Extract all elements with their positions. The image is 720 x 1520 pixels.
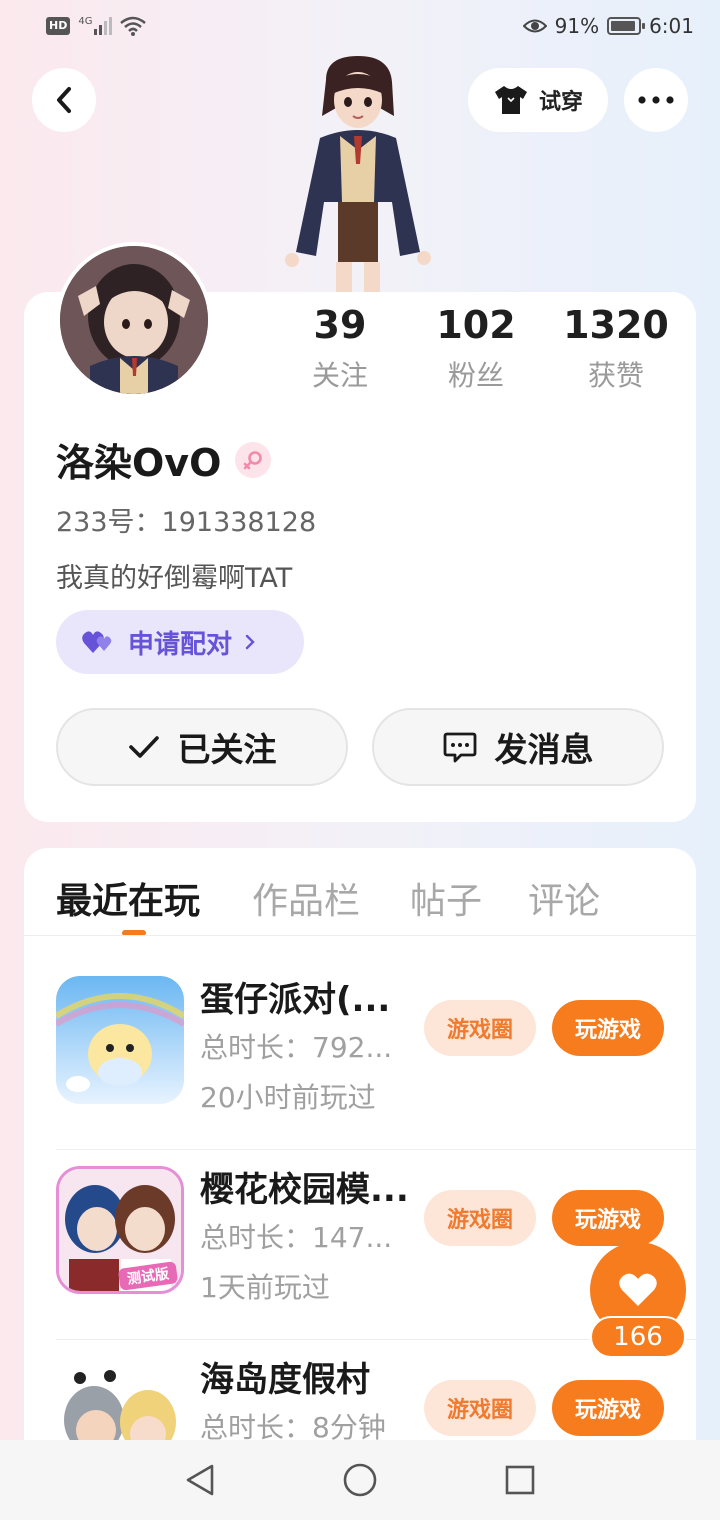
following-label: 关注 xyxy=(311,359,368,392)
name-row: 洛染OvO xyxy=(56,432,272,487)
play-game-button[interactable]: 玩游戏 xyxy=(552,1190,664,1246)
chevron-left-icon xyxy=(57,87,71,113)
nav-recents-button[interactable] xyxy=(500,1460,540,1500)
avatar[interactable] xyxy=(56,242,212,398)
tab-comments[interactable]: 评论 xyxy=(528,872,600,924)
stat-following[interactable]: 39 关注 xyxy=(270,302,410,394)
game-last-played: 20小时前玩过 xyxy=(200,1081,376,1114)
following-count: 39 xyxy=(313,303,367,347)
nav-home-button[interactable] xyxy=(340,1460,380,1500)
tab-posts[interactable]: 帖子 xyxy=(410,872,482,924)
double-heart-icon xyxy=(82,631,112,653)
likes-received-count: 1320 xyxy=(563,303,669,347)
wifi-icon xyxy=(120,16,147,36)
more-button[interactable] xyxy=(624,68,688,132)
circle-home-icon xyxy=(343,1463,377,1497)
request-pair-button[interactable]: 申请配对 xyxy=(56,610,304,674)
game-circle-button[interactable]: 游戏圈 xyxy=(424,1190,536,1246)
game-total-duration: 总时长：147... xyxy=(200,1221,393,1254)
battery-icon xyxy=(607,17,646,35)
signal-icon: 4G xyxy=(78,17,113,35)
checkmark-icon xyxy=(128,736,159,758)
status-bar: HD 4G 91% 6:01 xyxy=(0,0,720,58)
chat-bubble-icon xyxy=(443,732,476,763)
game-icon-sakura-school[interactable]: 测试版 xyxy=(56,1166,184,1294)
like-count: 166 xyxy=(590,1316,686,1358)
user-name: 洛染OvO xyxy=(56,441,222,485)
clock: 6:01 xyxy=(649,14,694,38)
ellipsis-icon xyxy=(638,96,674,104)
play-game-button[interactable]: 玩游戏 xyxy=(552,1000,664,1056)
game-icon-eggy-party[interactable] xyxy=(56,976,184,1104)
back-button[interactable] xyxy=(32,68,96,132)
game-row[interactable]: 海岛度假村 总时长：8分钟 游戏圈 玩游戏 xyxy=(24,1340,696,1440)
heart-icon xyxy=(619,1273,657,1306)
game-last-played: 1天前玩过 xyxy=(200,1271,330,1304)
game-circle-button[interactable]: 游戏圈 xyxy=(424,1000,536,1056)
game-title: 樱花校园模... xyxy=(200,1170,409,1210)
hd-badge: HD xyxy=(46,17,71,35)
followers-label: 粉丝 xyxy=(447,359,504,392)
user-bio: 我真的好倒霉啊TAT xyxy=(56,563,293,594)
stat-likes[interactable]: 1320 获赞 xyxy=(546,302,686,394)
request-pair-label: 申请配对 xyxy=(128,629,233,660)
tab-divider xyxy=(24,935,696,936)
avatar-image xyxy=(60,246,208,394)
game-row[interactable]: 蛋仔派对(... 总时长：792... 20小时前玩过 游戏圈 玩游戏 xyxy=(24,960,696,1150)
game-icon-island-resort[interactable] xyxy=(56,1356,184,1440)
try-on-button[interactable]: 试穿 xyxy=(468,68,608,132)
tab-recently-played[interactable]: 最近在玩 xyxy=(56,872,200,924)
square-recents-icon xyxy=(505,1465,535,1495)
followers-count: 102 xyxy=(436,303,516,347)
game-total-duration: 总时长：8分钟 xyxy=(200,1411,386,1440)
followed-button[interactable]: 已关注 xyxy=(56,708,348,786)
stat-followers[interactable]: 102 粉丝 xyxy=(406,302,546,394)
play-game-button[interactable]: 玩游戏 xyxy=(552,1380,664,1436)
send-message-label: 发消息 xyxy=(494,730,594,769)
game-total-duration: 总时长：792... xyxy=(200,1031,393,1064)
send-message-button[interactable]: 发消息 xyxy=(372,708,664,786)
character-avatar-illustration[interactable] xyxy=(270,52,446,292)
game-circle-button[interactable]: 游戏圈 xyxy=(424,1380,536,1436)
tshirt-icon xyxy=(494,86,527,114)
followed-label: 已关注 xyxy=(177,730,277,769)
try-on-label: 试穿 xyxy=(538,90,583,115)
likes-received-label: 获赞 xyxy=(587,359,644,392)
battery-percent: 91% xyxy=(554,14,600,38)
female-icon xyxy=(235,441,272,478)
user-id: 233号：191338128 xyxy=(56,507,317,538)
triangle-back-icon xyxy=(186,1464,214,1496)
chevron-right-icon xyxy=(245,634,255,650)
game-title: 蛋仔派对(... xyxy=(200,980,391,1020)
eye-comfort-icon xyxy=(522,19,547,33)
game-title: 海岛度假村 xyxy=(200,1360,370,1400)
tab-works[interactable]: 作品栏 xyxy=(252,872,360,924)
nav-back-button[interactable] xyxy=(180,1460,220,1500)
system-nav-bar xyxy=(0,1440,720,1520)
